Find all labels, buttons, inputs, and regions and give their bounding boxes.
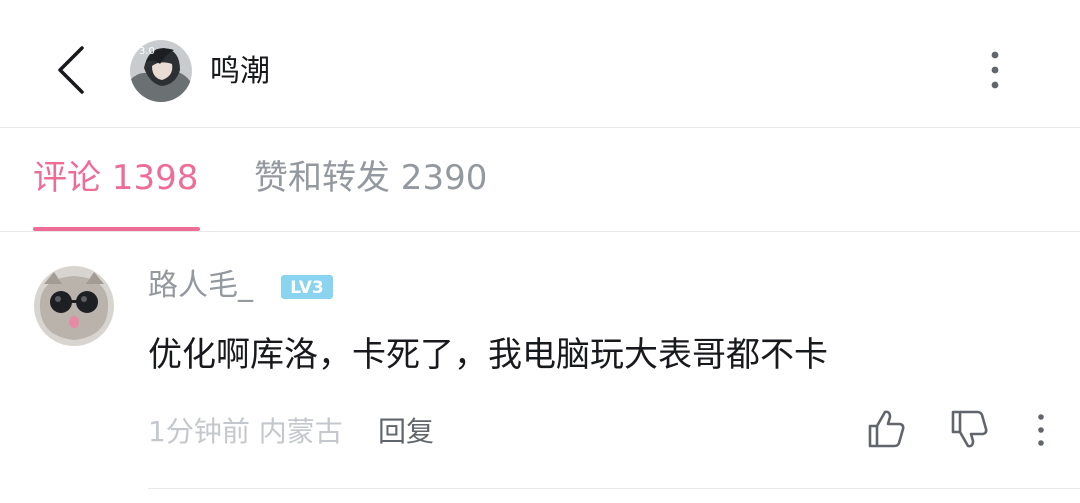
comment-divider — [148, 488, 1080, 489]
tab-bar: 评论 1398 赞和转发 2390 — [0, 129, 1080, 232]
avatar-image — [34, 266, 114, 346]
comment-username[interactable]: 路人毛_ — [148, 266, 253, 306]
svg-text:LV3: LV3 — [290, 278, 323, 298]
active-tab-indicator — [33, 227, 200, 231]
avatar-image: 3.0 — [130, 40, 192, 102]
dislike-button[interactable] — [949, 408, 989, 450]
level-badge: LV3 — [280, 274, 334, 300]
thumbs-down-icon — [951, 410, 988, 448]
commenter-avatar[interactable] — [34, 266, 114, 346]
more-options-button[interactable] — [978, 50, 1012, 90]
like-button[interactable] — [866, 408, 906, 450]
chevron-left-icon — [58, 46, 84, 94]
page-title: 鸣潮 — [210, 54, 270, 89]
top-bar: 3.0 鸣潮 — [0, 0, 1080, 128]
tab-comments[interactable]: 评论 1398 — [33, 155, 198, 201]
channel-avatar[interactable]: 3.0 — [130, 40, 192, 102]
thumbs-up-icon — [868, 410, 905, 448]
svg-text:3.0: 3.0 — [139, 46, 155, 57]
reply-button[interactable]: 回复 — [378, 413, 434, 451]
comment-text: 优化啊库洛，卡死了，我电脑玩大表哥都不卡 — [148, 335, 828, 375]
comment-more-button[interactable] — [1030, 412, 1052, 448]
more-vertical-icon — [1038, 414, 1044, 446]
more-vertical-icon — [991, 51, 999, 89]
tab-likes-reposts[interactable]: 赞和转发 2390 — [254, 155, 487, 201]
back-button[interactable] — [50, 42, 94, 98]
comment-meta: 1分钟前 内蒙古 — [148, 415, 343, 448]
